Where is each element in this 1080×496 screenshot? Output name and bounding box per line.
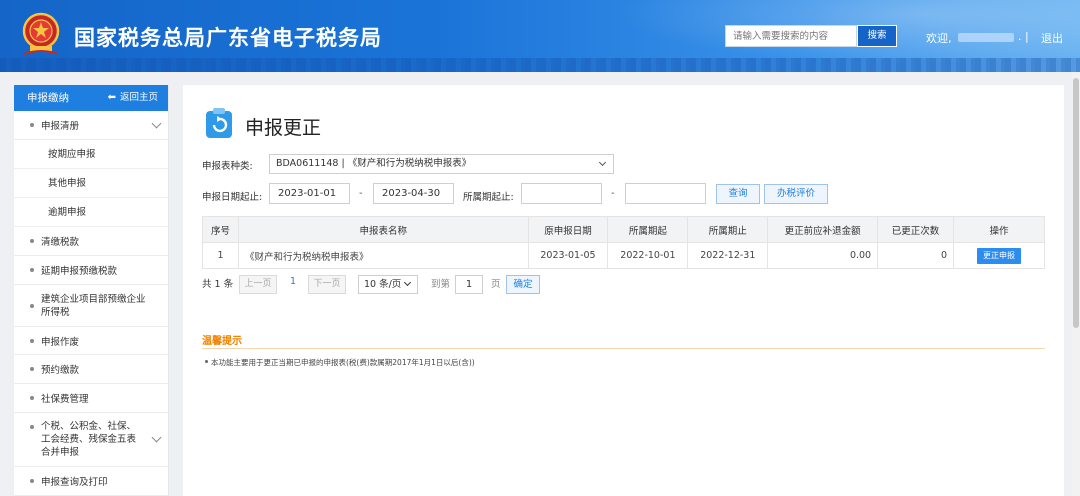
- sidebar-item-query-print[interactable]: 申报查询及打印: [14, 467, 168, 496]
- column-header: 序号: [202, 216, 239, 243]
- goto-page-input[interactable]: 1: [455, 275, 483, 294]
- bullet-icon: [30, 268, 34, 272]
- chevron-down-icon: [403, 278, 412, 287]
- cell-correction-count: 0: [877, 242, 954, 269]
- tips-title: 温馨提示: [202, 336, 242, 347]
- bullet-icon: [30, 396, 34, 400]
- bullet-icon: [30, 123, 34, 127]
- form-type-label: 申报表种类:: [202, 161, 253, 172]
- tips-text: 本功能主要用于更正当期已申报的申报表(税(费)款属期2017年1月1日以后(含)…: [211, 358, 475, 367]
- page-title: 申报更正: [245, 117, 322, 139]
- column-header: 所属期起: [607, 216, 689, 243]
- period-range-label: 所属期起止:: [463, 192, 514, 203]
- query-button[interactable]: 查询: [716, 184, 760, 204]
- logout-link[interactable]: 退出: [1041, 30, 1063, 46]
- column-header: 操作: [953, 216, 1045, 243]
- tips-divider: [202, 348, 1045, 349]
- cell-original-date: 2023-01-05: [527, 242, 609, 269]
- cell-form-name: 《财产和行为税纳税申报表》: [237, 242, 529, 269]
- cell-index: 1: [202, 242, 239, 269]
- sidebar-title: 申报缴纳: [27, 92, 69, 104]
- sidebar-header: 申报缴纳 ⬅ 返回主页: [14, 85, 168, 111]
- date-range-label: 申报日期起止:: [202, 192, 263, 203]
- top-banner: 国家税务总局广东省电子税务局 搜索 欢迎, . | 退出: [0, 0, 1080, 72]
- bullet-icon: [30, 239, 34, 243]
- period-to-input[interactable]: [625, 183, 706, 204]
- next-page-button[interactable]: 下一页: [308, 275, 346, 294]
- chevron-down-icon[interactable]: [151, 118, 162, 128]
- column-header: 所属期止: [687, 216, 769, 243]
- sidebar-subitem-overdue[interactable]: 逾期申报: [14, 198, 168, 227]
- chevron-down-icon[interactable]: [151, 432, 162, 443]
- page-unit-label: 页: [491, 279, 501, 290]
- pagination-total: 共 1 条: [202, 279, 234, 290]
- cell-amount: 0.00: [767, 242, 879, 269]
- bullet-icon: [30, 338, 34, 343]
- bullet-icon: [30, 425, 34, 429]
- sidebar-item-void[interactable]: 申报作废: [14, 327, 168, 355]
- bullet-icon: [30, 479, 34, 483]
- period-from-input[interactable]: [521, 183, 602, 204]
- date-to-input[interactable]: 2023-04-30: [373, 183, 454, 204]
- sidebar-subitem-other[interactable]: 其他申报: [14, 169, 168, 198]
- user-name-redacted: [958, 33, 1014, 42]
- declaration-type-select[interactable]: BDA0611148 | 《财产和行为税纳税申报表》: [269, 154, 614, 174]
- column-header: 更正前应补退金额: [767, 216, 879, 243]
- site-title: 国家税务总局广东省电子税务局: [74, 26, 382, 50]
- clipboard-refresh-icon: [206, 108, 232, 138]
- page-size-select[interactable]: 10 条/页: [358, 275, 418, 294]
- table-header-row: 序号 申报表名称 原申报日期 所属期起 所属期止 更正前应补退金额 已更正次数 …: [202, 216, 1045, 243]
- current-page[interactable]: 1: [290, 276, 296, 287]
- sidebar-item-scheduled-payment[interactable]: 预约缴款: [14, 355, 168, 384]
- chevron-down-icon: [598, 158, 607, 167]
- page-scrollbar[interactable]: [1072, 72, 1080, 496]
- column-header: 原申报日期: [527, 216, 609, 243]
- date-from-input[interactable]: 2023-01-01: [269, 183, 350, 204]
- cell-period-end: 2022-12-31: [687, 242, 769, 269]
- correct-declaration-button[interactable]: 更正申报: [977, 247, 1021, 264]
- bullet-icon: [30, 367, 34, 371]
- main-panel: 申报更正 申报表种类: BDA0611148 | 《财产和行为税纳税申报表》 申…: [183, 85, 1064, 496]
- sidebar-subitem-periodic[interactable]: 按期应申报: [14, 140, 168, 169]
- cell-period-start: 2022-10-01: [607, 242, 689, 269]
- city-skyline: [0, 58, 1080, 72]
- sidebar-item-extension[interactable]: 延期申报预缴税款: [14, 256, 168, 285]
- cell-operation: 更正申报: [953, 242, 1045, 269]
- search-button[interactable]: 搜索: [857, 25, 897, 47]
- national-emblem-icon: [22, 12, 60, 55]
- search-input[interactable]: [725, 25, 857, 47]
- date-dash: -: [359, 188, 363, 199]
- declaration-table: 序号 申报表名称 原申报日期 所属期起 所属期止 更正前应补退金额 已更正次数 …: [202, 216, 1045, 269]
- goto-label: 到第: [431, 279, 451, 290]
- back-home-link[interactable]: ⬅ 返回主页: [108, 85, 158, 111]
- sidebar-item-social-insurance[interactable]: 社保费管理: [14, 384, 168, 413]
- column-header: 申报表名称: [237, 216, 529, 243]
- scrollbar-thumb[interactable]: [1073, 78, 1079, 328]
- sidebar-item-declaration-list[interactable]: 申报清册: [14, 111, 168, 140]
- goto-confirm-button[interactable]: 确定: [506, 275, 540, 294]
- sidebar-item-five-in-one[interactable]: 个税、公积金、社保、工会经费、残保金五表合并申报: [14, 413, 168, 467]
- sidebar-item-construction-prepay[interactable]: 建筑企业项目部预缴企业所得税: [14, 285, 168, 327]
- header-separator: . |: [1018, 30, 1029, 43]
- period-dash: -: [611, 188, 615, 199]
- sidebar: 申报缴纳 ⬅ 返回主页 申报清册 按期应申报 其他申报 逾期申报 清缴税款 延期申…: [14, 85, 169, 496]
- column-header: 已更正次数: [877, 216, 954, 243]
- welcome-text: 欢迎,: [926, 32, 952, 45]
- bullet-icon: [205, 360, 208, 363]
- prev-page-button[interactable]: 上一页: [239, 275, 277, 294]
- table-row: 1 《财产和行为税纳税申报表》 2023-01-05 2022-10-01 20…: [202, 242, 1045, 269]
- tax-rating-button[interactable]: 办税评价: [764, 184, 828, 204]
- sidebar-item-clear-tax[interactable]: 清缴税款: [14, 227, 168, 256]
- bullet-icon: [30, 303, 34, 308]
- back-arrow-icon: ⬅: [107, 92, 116, 103]
